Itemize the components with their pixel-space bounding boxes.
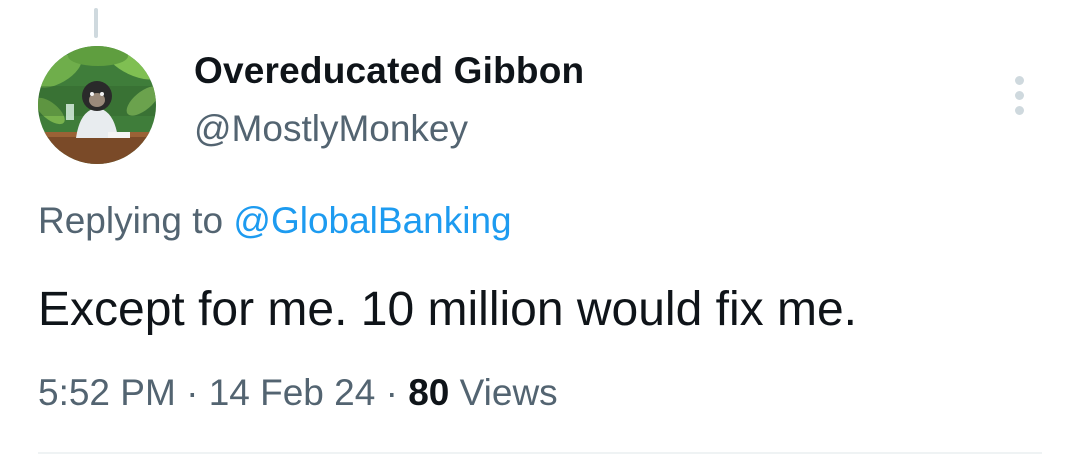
author-name[interactable]: Overeducated Gibbon (194, 50, 584, 92)
more-vertical-icon[interactable] (1006, 74, 1034, 118)
tweet-time[interactable]: 5:52 PM (38, 372, 176, 413)
more-dot (1015, 76, 1024, 85)
replying-to-mention[interactable]: @GlobalBanking (233, 200, 511, 241)
divider (38, 452, 1042, 454)
views-count[interactable]: 80 (408, 372, 449, 413)
author-handle[interactable]: @MostlyMonkey (194, 108, 468, 150)
avatar-image (38, 46, 156, 164)
tweet-meta: 5:52 PM · 14 Feb 24 · 80 Views (38, 372, 558, 414)
meta-separator: · (375, 372, 409, 413)
thread-connector-line (94, 8, 98, 38)
tweet-date[interactable]: 14 Feb 24 (209, 372, 376, 413)
replying-prefix: Replying to (38, 200, 234, 241)
views-label[interactable]: Views (449, 372, 558, 413)
more-dot (1015, 91, 1024, 100)
tweet-text: Except for me. 10 million would fix me. (38, 283, 857, 336)
more-dot (1015, 106, 1024, 115)
avatar[interactable] (38, 46, 156, 164)
replying-to: Replying to @GlobalBanking (38, 200, 512, 242)
meta-separator: · (175, 372, 209, 413)
